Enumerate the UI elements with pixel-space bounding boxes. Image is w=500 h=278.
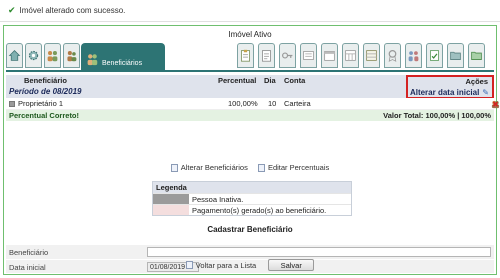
beneficiaries-grid: Beneficiário Percentual Dia Conta Períod…	[6, 75, 500, 121]
grid-links: Alterar Beneficiários Editar Percentuais	[4, 163, 496, 174]
people-icon[interactable]	[44, 43, 61, 68]
tab-beneficiarios-label: Beneficiários	[102, 60, 143, 67]
alterar-data-inicial-link[interactable]: Alterar data inicial ✎	[410, 88, 489, 97]
row-beneficiario-text: Proprietário 1	[18, 99, 64, 108]
header-acoes: Ações	[465, 77, 488, 86]
beneficiario-label: Beneficiário	[9, 248, 49, 257]
legend-swatch-pink	[153, 205, 189, 215]
folder-icon[interactable]	[447, 43, 464, 68]
voltar-label: Voltar para a Lista	[195, 260, 257, 270]
row-percentual: 100,00%	[228, 99, 258, 108]
row-conta: Carteira	[284, 99, 311, 108]
alterar-beneficiarios-link[interactable]: Alterar Beneficiários	[170, 163, 248, 172]
list-icon[interactable]	[300, 43, 317, 68]
tab-beneficiarios[interactable]: Beneficiários	[81, 43, 165, 71]
success-alert: ✔ Imóvel alterado com sucesso.	[0, 0, 500, 22]
row-square-icon	[9, 101, 15, 107]
gear-icon[interactable]	[25, 43, 42, 68]
folder-check-icon[interactable]	[468, 43, 485, 68]
acoes-highlight: Ações Alterar data inicial ✎	[406, 75, 494, 99]
legend-swatch-gray	[153, 194, 189, 204]
legend-row-pagamento: Pagamento(s) gerado(s) ao beneficiário.	[153, 204, 351, 215]
table-row: Proprietário 1 100,00% 10 Carteira ✖	[6, 98, 500, 110]
header-beneficiario: Beneficiário	[24, 76, 67, 85]
row-beneficiario: Proprietário 1	[9, 99, 63, 108]
document-check-icon[interactable]	[426, 43, 443, 68]
legend-row-inativa: Pessoa Inativa.	[153, 193, 351, 204]
alterar-data-label: Alterar data inicial	[409, 88, 480, 97]
document-small-icon	[170, 163, 178, 172]
legend: Legenda Pessoa Inativa. Pagamento(s) ger…	[152, 181, 352, 216]
document-small-icon	[185, 261, 193, 269]
pencil-icon: ✎	[482, 88, 489, 97]
editar-percentuais-link[interactable]: Editar Percentuais	[257, 163, 330, 172]
check-icon: ✔	[8, 5, 16, 15]
clipboard-icon[interactable]	[237, 43, 254, 68]
tab-bar: Beneficiários	[6, 41, 494, 72]
legend-title: Legenda	[153, 182, 351, 193]
home-icon[interactable]	[6, 43, 23, 68]
document-small-icon	[257, 163, 265, 172]
row-dia: 10	[268, 99, 277, 108]
voltar-lista-link[interactable]: Voltar para a Lista	[185, 260, 257, 270]
status-ok: Percentual Correto!	[9, 111, 80, 120]
alert-message: Imóvel alterado com sucesso.	[19, 6, 126, 15]
legend-label: Pessoa Inativa.	[192, 195, 244, 204]
tab-underline	[6, 70, 494, 72]
footer-actions: Voltar para a Lista Salvar	[0, 259, 500, 271]
calendar-icon[interactable]	[321, 43, 338, 68]
ribbon-icon[interactable]	[384, 43, 401, 68]
people-group-tab-icon[interactable]	[63, 43, 80, 68]
delete-icon[interactable]: ✖	[491, 100, 500, 109]
header-conta: Conta	[284, 76, 306, 85]
editar-percentuais-label: Editar Percentuais	[267, 163, 330, 172]
salvar-button[interactable]: Salvar	[268, 259, 315, 271]
period-label: Período de 08/2019	[9, 87, 82, 96]
total-row: Percentual Correto! Valor Total: 100,00%…	[6, 110, 494, 121]
beneficiario-input[interactable]	[147, 247, 491, 257]
people-group-icon[interactable]	[405, 43, 422, 68]
status-title: Imóvel Ativo	[228, 30, 272, 39]
header-dia: Dia	[264, 76, 276, 85]
main-panel: Imóvel Ativo Beneficiários Beneficiário …	[3, 25, 500, 275]
beneficiaries-icon	[87, 54, 98, 66]
legend-label: Pagamento(s) gerado(s) ao beneficiário.	[192, 206, 327, 215]
cadastrar-title: Cadastrar Beneficiário	[207, 225, 293, 234]
valor-total: Valor Total: 100,00% | 100,00%	[383, 111, 491, 120]
header-percentual: Percentual	[218, 76, 257, 85]
alterar-beneficiarios-label: Alterar Beneficiários	[180, 163, 248, 172]
document-icon[interactable]	[258, 43, 275, 68]
table-icon[interactable]	[363, 43, 380, 68]
beneficiario-form-row: Beneficiário	[6, 245, 494, 259]
calendar-grid-icon[interactable]	[342, 43, 359, 68]
key-icon[interactable]	[279, 43, 296, 68]
